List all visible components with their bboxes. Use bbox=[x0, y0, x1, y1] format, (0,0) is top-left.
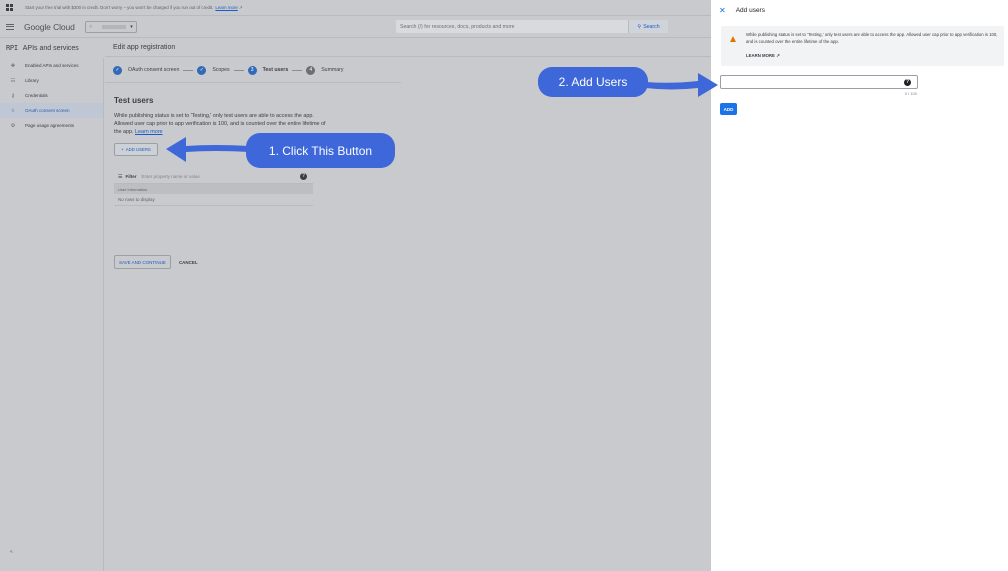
step-label: Test users bbox=[262, 67, 289, 73]
user-email-input[interactable]: ? bbox=[720, 75, 918, 89]
sidebar: ✥ Enabled APIs and services ☷ Library ⚷ … bbox=[0, 58, 104, 571]
warning-text: While publishing status is set to 'Testi… bbox=[746, 32, 998, 44]
step-label: OAuth consent screen bbox=[128, 67, 180, 73]
sidebar-item-oauth-consent[interactable]: ⁝⁝ OAuth consent screen bbox=[0, 103, 103, 118]
library-icon: ☷ bbox=[10, 77, 16, 84]
step-summary[interactable]: 4 Summary bbox=[306, 65, 344, 75]
add-users-panel: ✕ Add users While publishing status is s… bbox=[711, 0, 1008, 571]
step-test-users[interactable]: 3 Test users bbox=[247, 65, 289, 75]
menu-icon[interactable] bbox=[6, 22, 14, 31]
settings-icon: ⚙ bbox=[10, 122, 16, 129]
page-title: Edit app registration bbox=[105, 39, 711, 57]
promo-learn-more-link[interactable]: Learn more bbox=[215, 5, 237, 10]
sidebar-item-label: Enabled APIs and services bbox=[25, 63, 79, 68]
filter-input[interactable]: Enter property name or value bbox=[142, 174, 200, 179]
sidebar-item-label: Library bbox=[25, 78, 39, 83]
divider bbox=[105, 82, 401, 83]
step-label: Summary bbox=[321, 67, 344, 73]
promo-banner: Start your free trial with $300 in credi… bbox=[0, 0, 711, 16]
filter-bar[interactable]: ☰ Filter Enter property name or value ? bbox=[114, 170, 313, 184]
search-button[interactable]: ⚲ Search bbox=[628, 20, 668, 33]
step-divider bbox=[183, 69, 194, 71]
learn-more-link[interactable]: LEARN MORE ↗ bbox=[746, 53, 780, 59]
empty-table-message: No rows to display bbox=[114, 194, 313, 206]
stepper: ✓ OAuth consent screen ✓ Scopes 3 Test u… bbox=[113, 62, 343, 78]
check-icon: ✓ bbox=[197, 65, 207, 75]
check-icon: ✓ bbox=[113, 65, 122, 75]
collapse-icon[interactable]: « bbox=[10, 549, 13, 555]
learn-more-link[interactable]: Learn more bbox=[135, 129, 163, 135]
google-cloud-logo[interactable]: Google Cloud bbox=[24, 22, 75, 32]
form-actions: SAVE AND CONTINUE CANCEL bbox=[114, 255, 198, 269]
step-label: Scopes bbox=[212, 67, 230, 73]
promo-text: Start your free trial with $300 in credi… bbox=[25, 5, 214, 10]
annotation-arrow-right bbox=[646, 73, 718, 97]
step-number: 3 bbox=[247, 65, 257, 75]
project-name-redacted bbox=[101, 24, 126, 29]
step-oauth-consent[interactable]: ✓ OAuth consent screen bbox=[113, 65, 180, 75]
save-and-continue-button[interactable]: SAVE AND CONTINUE bbox=[114, 255, 171, 269]
step-scopes[interactable]: ✓ Scopes bbox=[197, 65, 230, 75]
grid-icon bbox=[6, 4, 13, 11]
sidebar-item-page-usage[interactable]: ⚙ Page usage agreements bbox=[0, 118, 103, 133]
panel-header: ✕ Add users bbox=[711, 0, 1008, 20]
key-icon: ⚷ bbox=[11, 92, 15, 99]
product-header: RPI APIs and services bbox=[0, 39, 104, 57]
test-users-heading: Test users bbox=[114, 96, 154, 105]
top-bar: Google Cloud ⁘ ▾ Search (/) for resource… bbox=[0, 16, 711, 38]
annotation-step-1: 1. Click This Button bbox=[246, 133, 395, 168]
step-divider bbox=[292, 69, 303, 71]
search-button-label: Search bbox=[643, 23, 660, 30]
close-icon[interactable]: ✕ bbox=[719, 6, 726, 15]
project-picker[interactable]: ⁘ ▾ bbox=[84, 20, 137, 33]
step-divider bbox=[233, 69, 244, 71]
warning-icon bbox=[730, 36, 736, 42]
product-title: APIs and services bbox=[22, 44, 79, 52]
search-icon: ⚲ bbox=[637, 23, 642, 30]
help-icon[interactable]: ? bbox=[300, 173, 307, 180]
chevron-down-icon: ▾ bbox=[130, 23, 133, 30]
main-content: Edit app registration ✓ OAuth consent sc… bbox=[105, 39, 711, 571]
sidebar-item-label: Page usage agreements bbox=[25, 123, 75, 128]
cancel-button[interactable]: CANCEL bbox=[179, 260, 198, 265]
add-users-label: ADD USERS bbox=[125, 147, 151, 152]
annotation-arrow-left bbox=[166, 137, 250, 162]
add-button[interactable]: ADD bbox=[720, 103, 737, 115]
apis-icon: ✥ bbox=[10, 62, 16, 69]
annotation-step-2: 2. Add Users bbox=[538, 67, 648, 97]
plus-icon: + bbox=[121, 147, 124, 152]
sidebar-item-library[interactable]: ☷ Library bbox=[0, 73, 103, 88]
search-placeholder: Search (/) for resources, docs, products… bbox=[400, 23, 515, 30]
table-header: User information bbox=[114, 184, 313, 194]
add-users-button[interactable]: + ADD USERS bbox=[114, 143, 158, 156]
filter-label: Filter bbox=[125, 174, 137, 179]
external-link-icon: ↗ bbox=[774, 53, 780, 58]
sidebar-item-credentials[interactable]: ⚷ Credentials bbox=[0, 88, 103, 103]
test-users-table: ☰ Filter Enter property name or value ? … bbox=[114, 170, 313, 206]
panel-title: Add users bbox=[735, 6, 765, 14]
help-icon[interactable]: ? bbox=[904, 79, 911, 86]
sidebar-item-label: Credentials bbox=[25, 93, 48, 98]
sidebar-item-label: OAuth consent screen bbox=[25, 108, 70, 113]
sidebar-item-enabled-apis[interactable]: ✥ Enabled APIs and services bbox=[0, 58, 103, 73]
filter-icon: ☰ bbox=[118, 173, 123, 180]
character-counter: 0 / 100 bbox=[904, 91, 917, 96]
step-number: 4 bbox=[306, 65, 316, 75]
external-link-icon: ↗ bbox=[238, 4, 243, 10]
learn-more-label: LEARN MORE bbox=[746, 53, 775, 58]
api-badge: RPI bbox=[6, 44, 18, 52]
consent-icon: ⁝⁝ bbox=[11, 107, 15, 114]
warning-banner: While publishing status is set to 'Testi… bbox=[721, 26, 1004, 66]
project-icon: ⁘ bbox=[88, 23, 93, 30]
search-input[interactable]: Search (/) for resources, docs, products… bbox=[396, 20, 668, 33]
